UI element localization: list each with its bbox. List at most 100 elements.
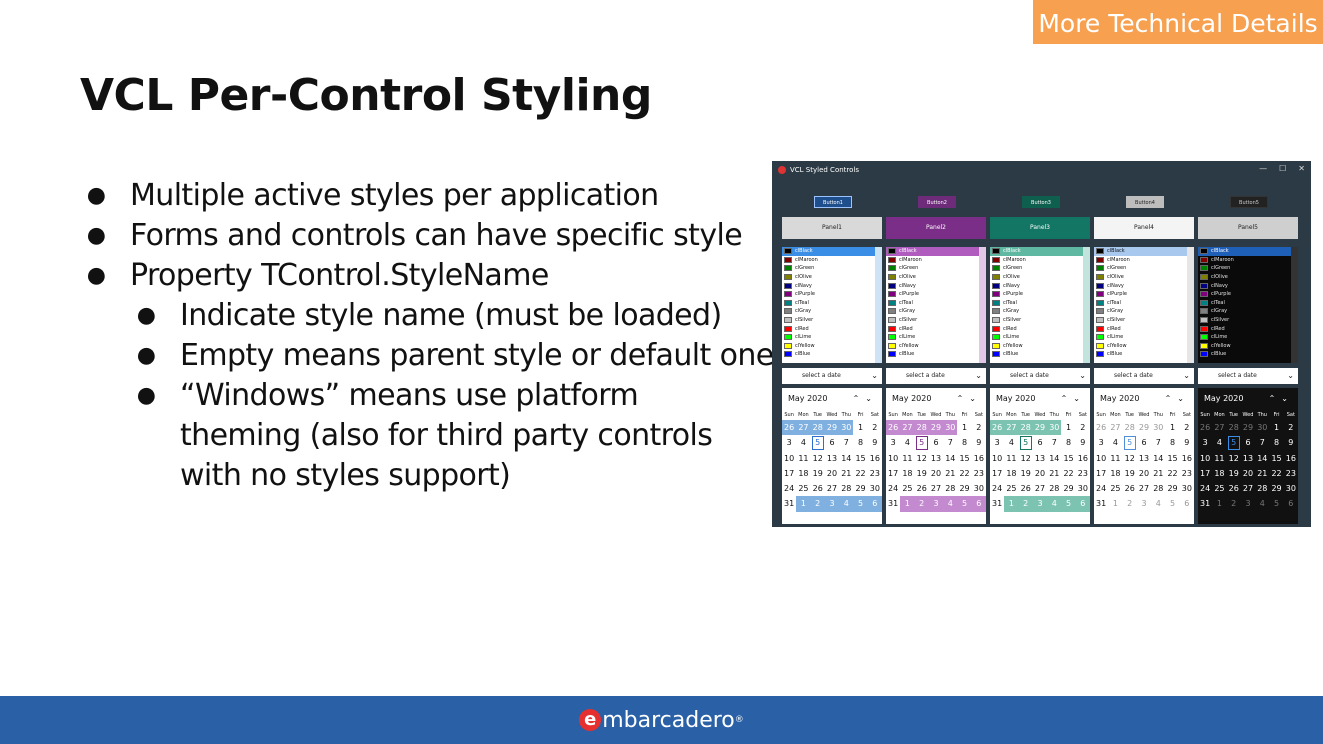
calendar-day[interactable]: 13 xyxy=(825,451,839,466)
color-list-item[interactable]: clBlack xyxy=(782,247,882,256)
calendar-day[interactable]: 19 xyxy=(915,466,929,481)
calendar-day[interactable]: 25 xyxy=(1004,481,1018,496)
calendar-day[interactable]: 14 xyxy=(839,451,853,466)
color-list-item[interactable]: clYellow xyxy=(990,342,1090,351)
calendar-day[interactable]: 25 xyxy=(1212,481,1226,496)
calendar-day[interactable]: 24 xyxy=(990,481,1004,496)
calendar-day[interactable]: 18 xyxy=(1212,466,1226,481)
color-list-item[interactable]: clSilver xyxy=(990,316,1090,325)
calendar-day[interactable]: 10 xyxy=(782,451,796,466)
calendar-day[interactable]: 2 xyxy=(914,496,929,512)
color-list-item[interactable]: clMaroon xyxy=(886,256,986,265)
calendar-day[interactable]: 5 xyxy=(1019,435,1033,450)
color-list-item[interactable]: clMaroon xyxy=(990,256,1090,265)
calendar-day[interactable]: 17 xyxy=(1198,466,1212,481)
color-list-item[interactable]: clPurple xyxy=(782,290,882,299)
color-list-item[interactable]: clMaroon xyxy=(1094,256,1194,265)
calendar-day[interactable]: 7 xyxy=(1255,435,1269,450)
calendar-day[interactable]: 3 xyxy=(782,435,796,450)
color-list-item[interactable]: clGray xyxy=(1094,307,1194,316)
calendar-day[interactable]: 30 xyxy=(1076,481,1090,496)
calendar-day[interactable]: 27 xyxy=(1108,420,1123,436)
calendar-day[interactable]: 30 xyxy=(972,481,986,496)
calendar-day[interactable]: 28 xyxy=(943,481,957,496)
calendar-day[interactable]: 14 xyxy=(1047,451,1061,466)
calendar-day[interactable]: 14 xyxy=(1151,451,1165,466)
calendar-day[interactable]: 12 xyxy=(1123,451,1137,466)
color-list-item[interactable]: clGray xyxy=(1198,307,1298,316)
calendar-day[interactable]: 26 xyxy=(811,481,825,496)
calendar-day[interactable]: 13 xyxy=(1137,451,1151,466)
chevron-down-icon[interactable]: ⌄ xyxy=(871,368,878,384)
color-list-item[interactable]: clMaroon xyxy=(782,256,882,265)
calendar-day[interactable]: 1 xyxy=(1004,496,1019,512)
styled-button[interactable]: Button3 xyxy=(1022,196,1060,208)
calendar-day[interactable]: 22 xyxy=(957,466,971,481)
calendar-day[interactable]: 21 xyxy=(1151,466,1165,481)
color-list-item[interactable]: clPurple xyxy=(990,290,1090,299)
calendar-day[interactable]: 28 xyxy=(914,420,929,436)
calendar-day[interactable]: 30 xyxy=(868,481,882,496)
calendar-day[interactable]: 30 xyxy=(1151,420,1166,436)
calendar-day[interactable]: 23 xyxy=(1076,466,1090,481)
calendar-day[interactable]: 4 xyxy=(900,435,914,450)
color-list-item[interactable]: clRed xyxy=(1094,324,1194,333)
color-list-item[interactable]: clBlack xyxy=(886,247,986,256)
calendar-nav-icon[interactable]: ⌃⌄ xyxy=(1269,388,1294,410)
calendar-day[interactable]: 27 xyxy=(1212,420,1227,436)
color-list-item[interactable]: clOlive xyxy=(782,273,882,282)
calendar-day[interactable]: 7 xyxy=(1151,435,1165,450)
calendar-day[interactable]: 26 xyxy=(1123,481,1137,496)
color-list-item[interactable]: clLime xyxy=(782,333,882,342)
listbox-scrollbar[interactable] xyxy=(979,247,986,363)
calendar-day[interactable]: 29 xyxy=(1032,420,1048,436)
color-list-item[interactable]: clLime xyxy=(886,333,986,342)
minimize-icon[interactable]: — xyxy=(1259,164,1267,173)
calendar-day[interactable]: 20 xyxy=(825,466,839,481)
color-list-item[interactable]: clYellow xyxy=(782,342,882,351)
color-list-item[interactable]: clBlue xyxy=(990,350,1090,359)
calendar-day[interactable]: 8 xyxy=(1165,435,1179,450)
calendar-day[interactable]: 23 xyxy=(972,466,986,481)
calendar-day[interactable]: 30 xyxy=(943,420,958,436)
calendar-day[interactable]: 6 xyxy=(1033,435,1047,450)
calendar-nav-icon[interactable]: ⌃⌄ xyxy=(853,388,878,410)
color-list-item[interactable]: clBlack xyxy=(1094,247,1194,256)
calendar-day[interactable]: 27 xyxy=(1033,481,1047,496)
color-list-item[interactable]: clGreen xyxy=(990,264,1090,273)
color-list-item[interactable]: clGray xyxy=(990,307,1090,316)
calendar-day[interactable]: 3 xyxy=(1094,435,1108,450)
calendar-day[interactable]: 18 xyxy=(1108,466,1122,481)
calendar-day[interactable]: 16 xyxy=(1076,451,1090,466)
calendar-day[interactable]: 5 xyxy=(1269,496,1284,512)
calendar-day[interactable]: 9 xyxy=(1076,435,1090,450)
calendar-day[interactable]: 2 xyxy=(972,420,986,435)
chevron-down-icon[interactable]: ⌄ xyxy=(975,368,982,384)
calendar-day[interactable]: 25 xyxy=(900,481,914,496)
calendar-day[interactable]: 10 xyxy=(990,451,1004,466)
calendar-day[interactable]: 24 xyxy=(782,481,796,496)
calendar-day[interactable]: 5 xyxy=(957,496,972,512)
calendar-day[interactable]: 2 xyxy=(1284,420,1298,435)
calendar-day[interactable]: 6 xyxy=(929,435,943,450)
calendar-day[interactable]: 16 xyxy=(1284,451,1298,466)
calendar-day[interactable]: 21 xyxy=(943,466,957,481)
calendar-day[interactable]: 27 xyxy=(929,481,943,496)
styled-button[interactable]: Button2 xyxy=(918,196,956,208)
calendar-day[interactable]: 6 xyxy=(1075,496,1090,512)
calendar-day[interactable]: 2 xyxy=(810,496,825,512)
calendar-day[interactable]: 30 xyxy=(1284,481,1298,496)
color-list-item[interactable]: clTeal xyxy=(1198,299,1298,308)
color-list-item[interactable]: clRed xyxy=(782,324,882,333)
calendar-day[interactable]: 31 xyxy=(886,496,900,511)
calendar-day[interactable]: 26 xyxy=(1094,420,1109,436)
color-list-item[interactable]: clGreen xyxy=(886,264,986,273)
calendar-day[interactable]: 17 xyxy=(886,466,900,481)
calendar-day[interactable]: 28 xyxy=(1122,420,1137,436)
styled-button[interactable]: Button1 xyxy=(814,196,852,208)
calendar-day[interactable]: 31 xyxy=(1094,496,1108,511)
calendar-day[interactable]: 12 xyxy=(915,451,929,466)
color-listbox[interactable]: clBlack clMaroon clGreen clOlive clNavy clPur… xyxy=(1094,247,1194,363)
calendar-day[interactable]: 29 xyxy=(824,420,840,436)
calendar-day[interactable]: 26 xyxy=(782,420,797,436)
